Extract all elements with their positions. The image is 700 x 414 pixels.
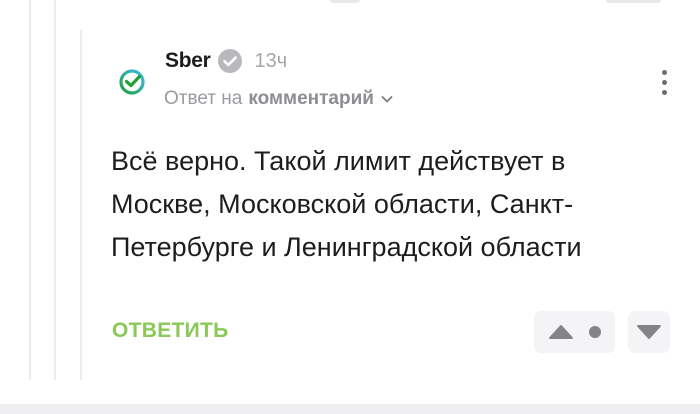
reply-to-target: комментарий: [248, 88, 374, 109]
more-dot: [661, 79, 667, 85]
more-options-button[interactable]: [649, 62, 679, 102]
avatar[interactable]: [104, 52, 160, 108]
rating-indicator: [589, 326, 601, 338]
previous-item-edge-left: [330, 0, 360, 3]
thread-line: [29, 0, 31, 380]
bottom-divider: [0, 404, 700, 414]
thread-line: [80, 30, 82, 380]
comment-body: Всё верно. Такой лимит действует в Москв…: [111, 146, 582, 262]
reply-button[interactable]: ОТВЕТИТЬ: [112, 319, 229, 343]
more-dot: [661, 69, 667, 75]
downvote-box: [628, 311, 670, 353]
more-dot: [661, 89, 667, 95]
comment-time: 13ч: [254, 49, 288, 72]
reply-to-prefix: Ответ на: [164, 88, 243, 109]
sber-logo-icon: [119, 69, 145, 95]
rating-box: [534, 311, 615, 353]
reply-to-link[interactable]: Ответ на комментарий: [164, 88, 394, 110]
author-row: Sber 13ч: [165, 44, 287, 78]
upvote-icon[interactable]: [548, 324, 574, 340]
author-name[interactable]: Sber: [165, 49, 211, 73]
downvote-icon[interactable]: [636, 324, 662, 340]
verified-check-icon: [217, 49, 242, 73]
thread-line: [54, 0, 56, 380]
chevron-down-icon: [381, 96, 393, 103]
previous-item-edge-right: [606, 0, 661, 3]
